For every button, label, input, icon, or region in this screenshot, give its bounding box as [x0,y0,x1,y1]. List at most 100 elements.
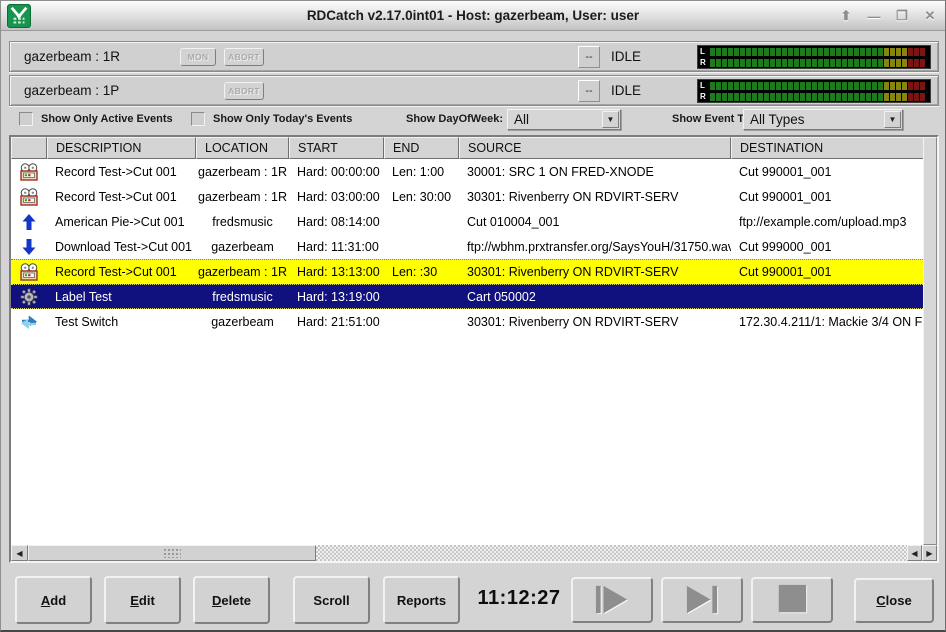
meter-channel-label: L [700,81,710,90]
cell-end: Len: :30 [384,260,459,284]
cell-source: Cart 050002 [459,285,731,308]
cell-description: Record Test->Cut 001 [47,159,196,184]
cell-location: gazerbeam [196,234,289,259]
cell-start: Hard: 00:00:00 [289,159,384,184]
cell-source: 30301: Rivenberry ON RDVIRT-SERV [459,184,731,209]
edit-button[interactable]: Edit [104,576,181,624]
abort-button[interactable]: ABORT [224,82,264,100]
audio-level-meter: LR [697,45,931,69]
chevron-down-icon: ▼ [884,111,901,128]
cell-location: gazerbeam : 1R [196,159,289,184]
close-icon[interactable]: ✕ [921,7,939,25]
column-header-icon[interactable] [11,137,47,159]
play-deck-panel: gazerbeam : 1P ABORT -- IDLE LR [9,75,939,106]
table-row[interactable]: Record Test->Cut 001gazerbeam : 1RHard: … [11,159,923,184]
macro-icon [20,288,38,306]
event-list: DESCRIPTIONLOCATIONSTARTENDSOURCEDESTINA… [9,135,939,563]
cell-destination: Cut 990001_001 [731,260,923,284]
cell-description: Test Switch [47,309,196,334]
show-active-checkbox[interactable] [19,112,33,126]
scroll-right-icon[interactable]: ▶ [922,545,937,561]
column-header-location[interactable]: LOCATION [196,137,289,159]
cell-description: American Pie->Cut 001 [47,209,196,234]
table-header: DESCRIPTIONLOCATIONSTARTENDSOURCEDESTINA… [11,137,923,159]
cell-description: Label Test [47,285,196,308]
play-to-end-button[interactable] [661,577,743,623]
deck-label: gazerbeam : 1R [24,49,120,64]
column-header-start[interactable]: START [289,137,384,159]
table-row[interactable]: Record Test->Cut 001gazerbeam : 1RHard: … [11,259,923,284]
record-deck-panel: gazerbeam : 1R MON ABORT -- IDLE LR [9,41,939,72]
column-header-source[interactable]: SOURCE [459,137,731,159]
scroll-left-icon[interactable]: ◀ [11,545,28,561]
abort-button[interactable]: ABORT [224,48,264,66]
record-icon [20,188,38,206]
cell-end [384,309,459,334]
close-button[interactable]: Close [854,578,934,623]
record-icon [20,263,38,281]
record-icon [20,163,38,181]
cell-source: Cut 010004_001 [459,209,731,234]
reports-button[interactable]: Reports [383,576,460,624]
show-today-checkbox[interactable] [191,112,205,126]
switch-icon [20,313,38,331]
upload-icon [20,213,38,231]
deck-dash-button[interactable]: -- [578,80,600,102]
vertical-scrollbar[interactable] [923,137,937,545]
scrollbar-thumb[interactable] [28,545,316,561]
column-header-description[interactable]: DESCRIPTION [47,137,196,159]
wall-clock: 11:12:27 [469,587,569,610]
window-controls: ⬆ — ❐ ✕ [837,1,939,31]
table-row[interactable]: Label TestfredsmusicHard: 13:19:00Cart 0… [11,284,923,309]
stop-button[interactable] [751,577,833,623]
column-header-destination[interactable]: DESTINATION [731,137,923,159]
rivendell-logo-icon [7,4,31,28]
play-button[interactable] [571,577,653,623]
cell-description: Download Test->Cut 001 [47,234,196,259]
cell-destination: ftp://example.com/upload.mp3 [731,209,923,234]
cell-destination: Cut 999000_001 [731,234,923,259]
cell-description: Record Test->Cut 001 [47,260,196,284]
table-row[interactable]: Test SwitchgazerbeamHard: 21:51:0030301:… [11,309,923,334]
eventtype-select[interactable]: All Types ▼ [743,109,903,130]
table-row[interactable]: Download Test->Cut 001gazerbeamHard: 11:… [11,234,923,259]
table-row[interactable]: Record Test->Cut 001gazerbeam : 1RHard: … [11,184,923,209]
monitor-button[interactable]: MON [180,48,216,66]
dayofweek-select[interactable]: All ▼ [507,109,621,130]
cell-source: ftp://wbhm.prxtransfer.org/SaysYouH/3175… [459,234,731,259]
cell-destination: 172.30.4.211/1: Mackie 3/4 ON FRE [731,309,923,334]
cell-start: Hard: 13:19:00 [289,285,384,308]
cell-start: Hard: 21:51:00 [289,309,384,334]
deck-dash-button[interactable]: -- [578,46,600,68]
cell-destination [731,285,923,308]
cell-source: 30001: SRC 1 ON FRED-XNODE [459,159,731,184]
delete-button[interactable]: Delete [193,576,270,624]
minimize-icon[interactable]: — [865,7,883,25]
titlebar[interactable]: RDCatch v2.17.0int01 - Host: gazerbeam, … [1,1,945,31]
horizontal-scrollbar: ◀ ◀ ▶ [11,545,937,561]
cell-location: fredsmusic [196,209,289,234]
rdcatch-window: RDCatch v2.17.0int01 - Host: gazerbeam, … [0,0,946,632]
eventtype-value: All Types [744,112,884,127]
scrollbar-groove[interactable] [316,545,907,561]
cell-start: Hard: 11:31:00 [289,234,384,259]
table-body: Record Test->Cut 001gazerbeam : 1RHard: … [11,159,923,545]
scroll-button[interactable]: Scroll [293,576,370,624]
download-icon [20,238,38,256]
add-button[interactable]: Add [15,576,92,624]
scroll-left-icon[interactable]: ◀ [907,545,922,561]
cell-start: Hard: 13:13:00 [289,260,384,284]
deck-label: gazerbeam : 1P [24,83,119,98]
meter-channel-label: R [700,92,710,101]
shade-icon[interactable]: ⬆ [837,7,855,25]
maximize-icon[interactable]: ❐ [893,7,911,25]
show-today-label: Show Only Today's Events [213,113,352,125]
table-row[interactable]: American Pie->Cut 001fredsmusicHard: 08:… [11,209,923,234]
column-header-end[interactable]: END [384,137,459,159]
meter-channel-label: R [700,58,710,67]
filter-bar: Show Only Active Events Show Only Today'… [1,109,946,135]
cell-description: Record Test->Cut 001 [47,184,196,209]
cell-source: 30301: Rivenberry ON RDVIRT-SERV [459,260,731,284]
cell-end: Len: 1:00 [384,159,459,184]
cell-end: Len: 30:00 [384,184,459,209]
